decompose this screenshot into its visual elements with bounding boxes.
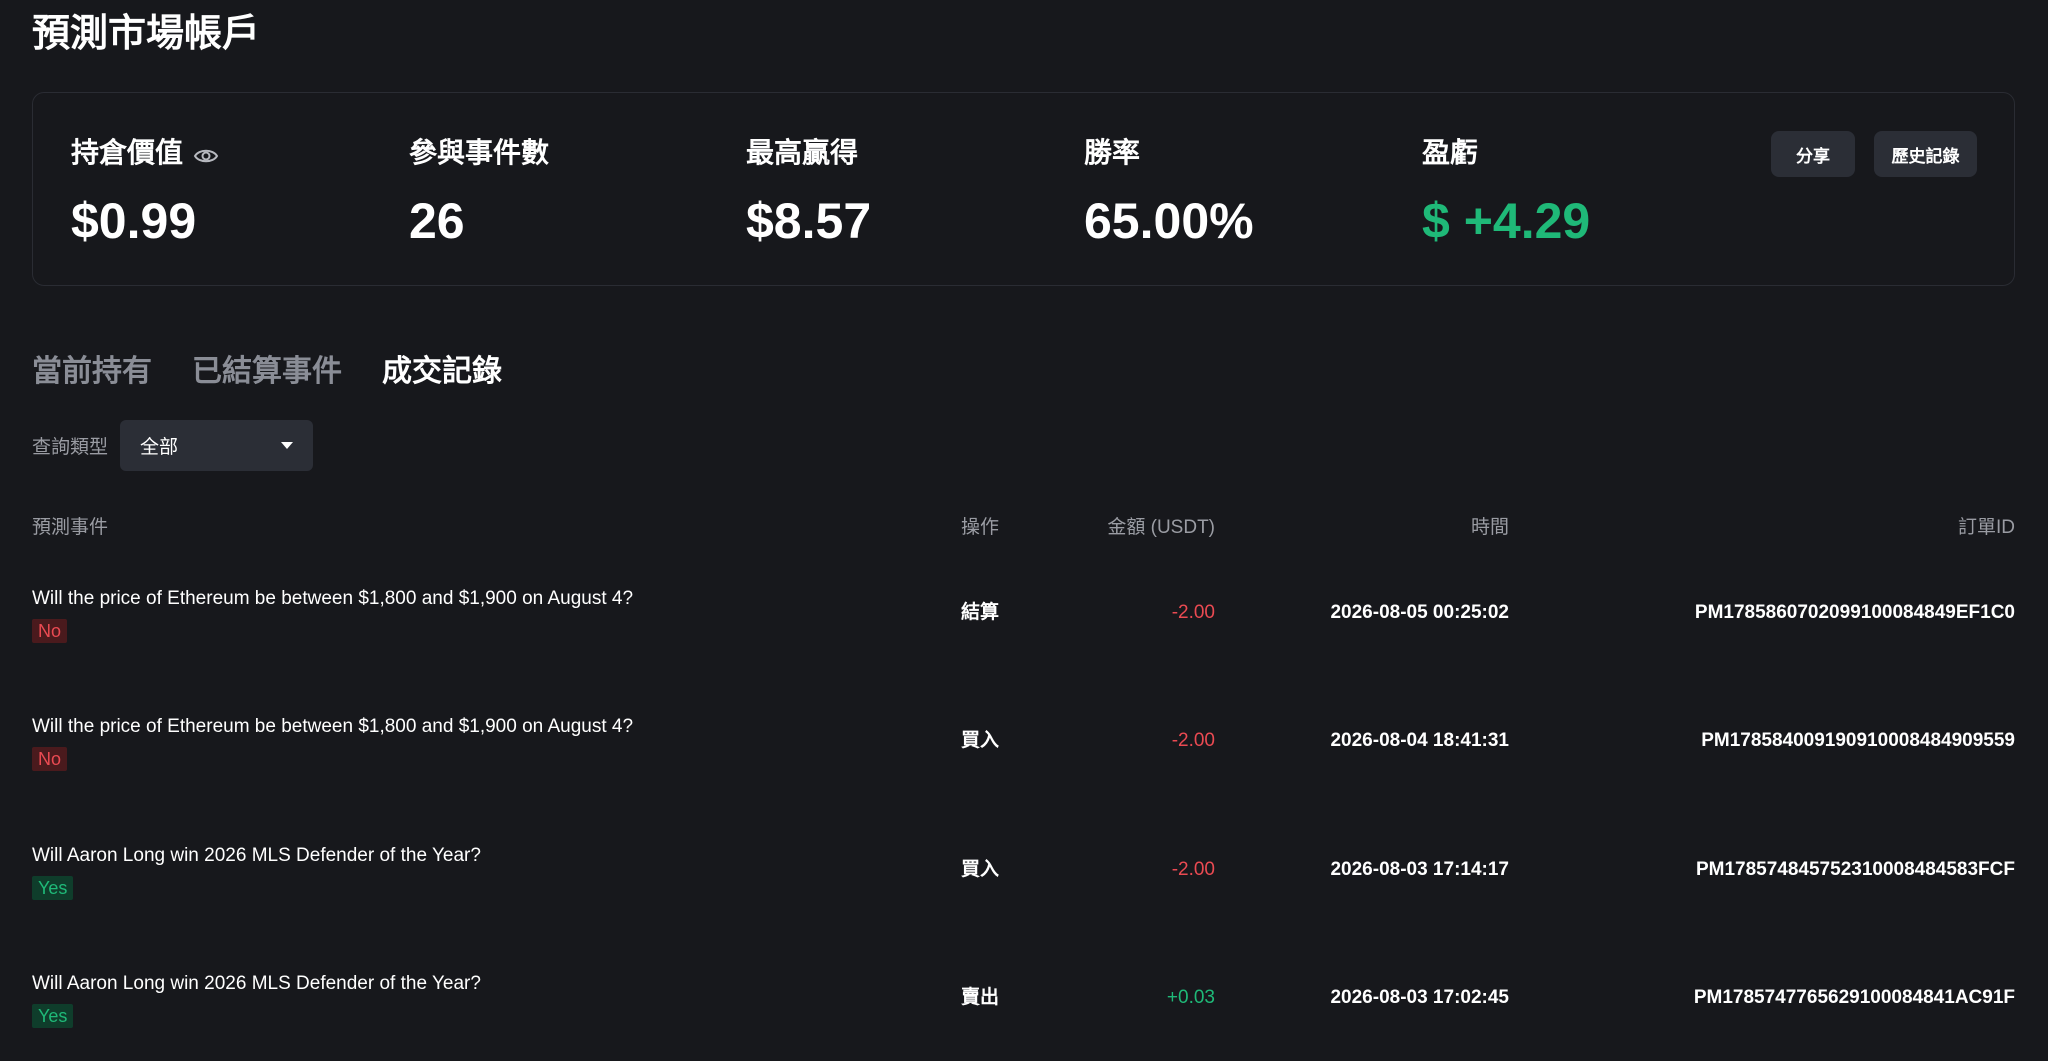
stat-label-win-rate: 勝率	[1084, 137, 1141, 168]
outcome-badge: No	[32, 747, 68, 771]
header-event: 預測事件	[32, 517, 109, 538]
stat-position-value: 持倉價值 $0.99	[71, 133, 219, 251]
operation: 賣出	[961, 987, 1000, 1008]
amount: -2.00	[1171, 859, 1215, 880]
time: 2026-08-03 17:14:17	[1330, 859, 1509, 880]
stat-value-events-count: 26	[409, 193, 465, 249]
stat-value-max-win: $8.57	[746, 193, 872, 249]
header-operation: 操作	[961, 517, 1000, 538]
eye-icon[interactable]	[193, 140, 219, 166]
stat-win-rate: 勝率 65.00%	[1084, 133, 1254, 251]
order-id: PM1785860702099100084849EF1C0	[1694, 602, 2015, 623]
tab-trade-records[interactable]: 成交記錄	[382, 350, 502, 394]
event-title[interactable]: Will Aaron Long win 2026 MLS Defender of…	[32, 972, 481, 996]
stat-pnl: 盈虧 $ +4.29	[1422, 133, 1590, 251]
header-time: 時間	[1470, 517, 1509, 538]
table-row[interactable]: Will Aaron Long win 2026 MLS Defender of…	[32, 972, 2015, 1061]
event-title[interactable]: Will Aaron Long win 2026 MLS Defender of…	[32, 844, 481, 868]
time: 2026-08-05 00:25:02	[1330, 602, 1509, 623]
query-type-select[interactable]: 全部	[120, 420, 314, 471]
header-order-id: 訂單ID	[1957, 517, 2015, 538]
order-id: PM178574845752310008484583FCF	[1695, 859, 2015, 880]
outcome-badge: No	[32, 619, 68, 643]
stat-label-max-win: 最高贏得	[746, 137, 859, 168]
stat-label-pnl: 盈虧	[1422, 137, 1479, 168]
order-id: PM178584009190910008484909559	[1701, 730, 2015, 751]
outcome-badge: Yes	[32, 1004, 74, 1028]
header-amount: 金額 (USDT)	[1107, 517, 1215, 538]
table-row[interactable]: Will the price of Ethereum be between $1…	[32, 715, 2015, 815]
stat-label-position-value: 持倉價值	[71, 137, 184, 168]
query-type-label: 查詢類型	[32, 437, 109, 458]
record-tabs: 當前持有 已結算事件 成交記錄	[32, 350, 502, 394]
stat-events-count: 參與事件數 26	[409, 133, 549, 251]
query-filter: 查詢類型 全部	[32, 420, 314, 471]
time: 2026-08-03 17:02:45	[1330, 987, 1509, 1008]
table-row[interactable]: Will the price of Ethereum be between $1…	[32, 587, 2015, 687]
table-header: 預測事件 操作 金額 (USDT) 時間 訂單ID	[32, 508, 2015, 538]
share-button[interactable]: 分享	[1771, 131, 1855, 177]
operation: 結算	[961, 602, 1000, 623]
caret-down-icon	[281, 442, 294, 449]
stat-value-position-value: $0.99	[71, 193, 197, 249]
stat-value-win-rate: 65.00%	[1084, 193, 1254, 249]
query-type-selected: 全部	[140, 437, 179, 458]
history-button[interactable]: 歷史記錄	[1874, 131, 1977, 177]
summary-card: 持倉價值 $0.99 參與事件數 26 最高贏得 $8.57 勝率 65.00%	[32, 92, 2015, 286]
time: 2026-08-04 18:41:31	[1330, 730, 1509, 751]
table-row[interactable]: Will Aaron Long win 2026 MLS Defender of…	[32, 844, 2015, 944]
prediction-market-account-page: 預測市場帳戶 持倉價值 $0.99 參與事件數 26 最高贏得 $8.57 勝率…	[0, 0, 2048, 1061]
page-title: 預測市場帳戶	[32, 13, 261, 55]
outcome-badge: Yes	[32, 876, 74, 900]
stat-label-events-count: 參與事件數	[409, 137, 550, 168]
stat-value-pnl: $ +4.29	[1422, 193, 1591, 249]
tab-current-holdings[interactable]: 當前持有	[32, 350, 152, 394]
tab-settled-events[interactable]: 已結算事件	[192, 350, 342, 394]
amount: +0.03	[1166, 987, 1215, 1008]
amount: -2.00	[1171, 730, 1215, 751]
order-id: PM1785747765629100084841AC91F	[1693, 987, 2015, 1008]
event-title[interactable]: Will the price of Ethereum be between $1…	[32, 715, 633, 739]
stat-max-win: 最高贏得 $8.57	[746, 133, 871, 251]
operation: 買入	[961, 859, 1000, 880]
event-title[interactable]: Will the price of Ethereum be between $1…	[32, 587, 633, 611]
operation: 買入	[961, 730, 1000, 751]
amount: -2.00	[1171, 602, 1215, 623]
